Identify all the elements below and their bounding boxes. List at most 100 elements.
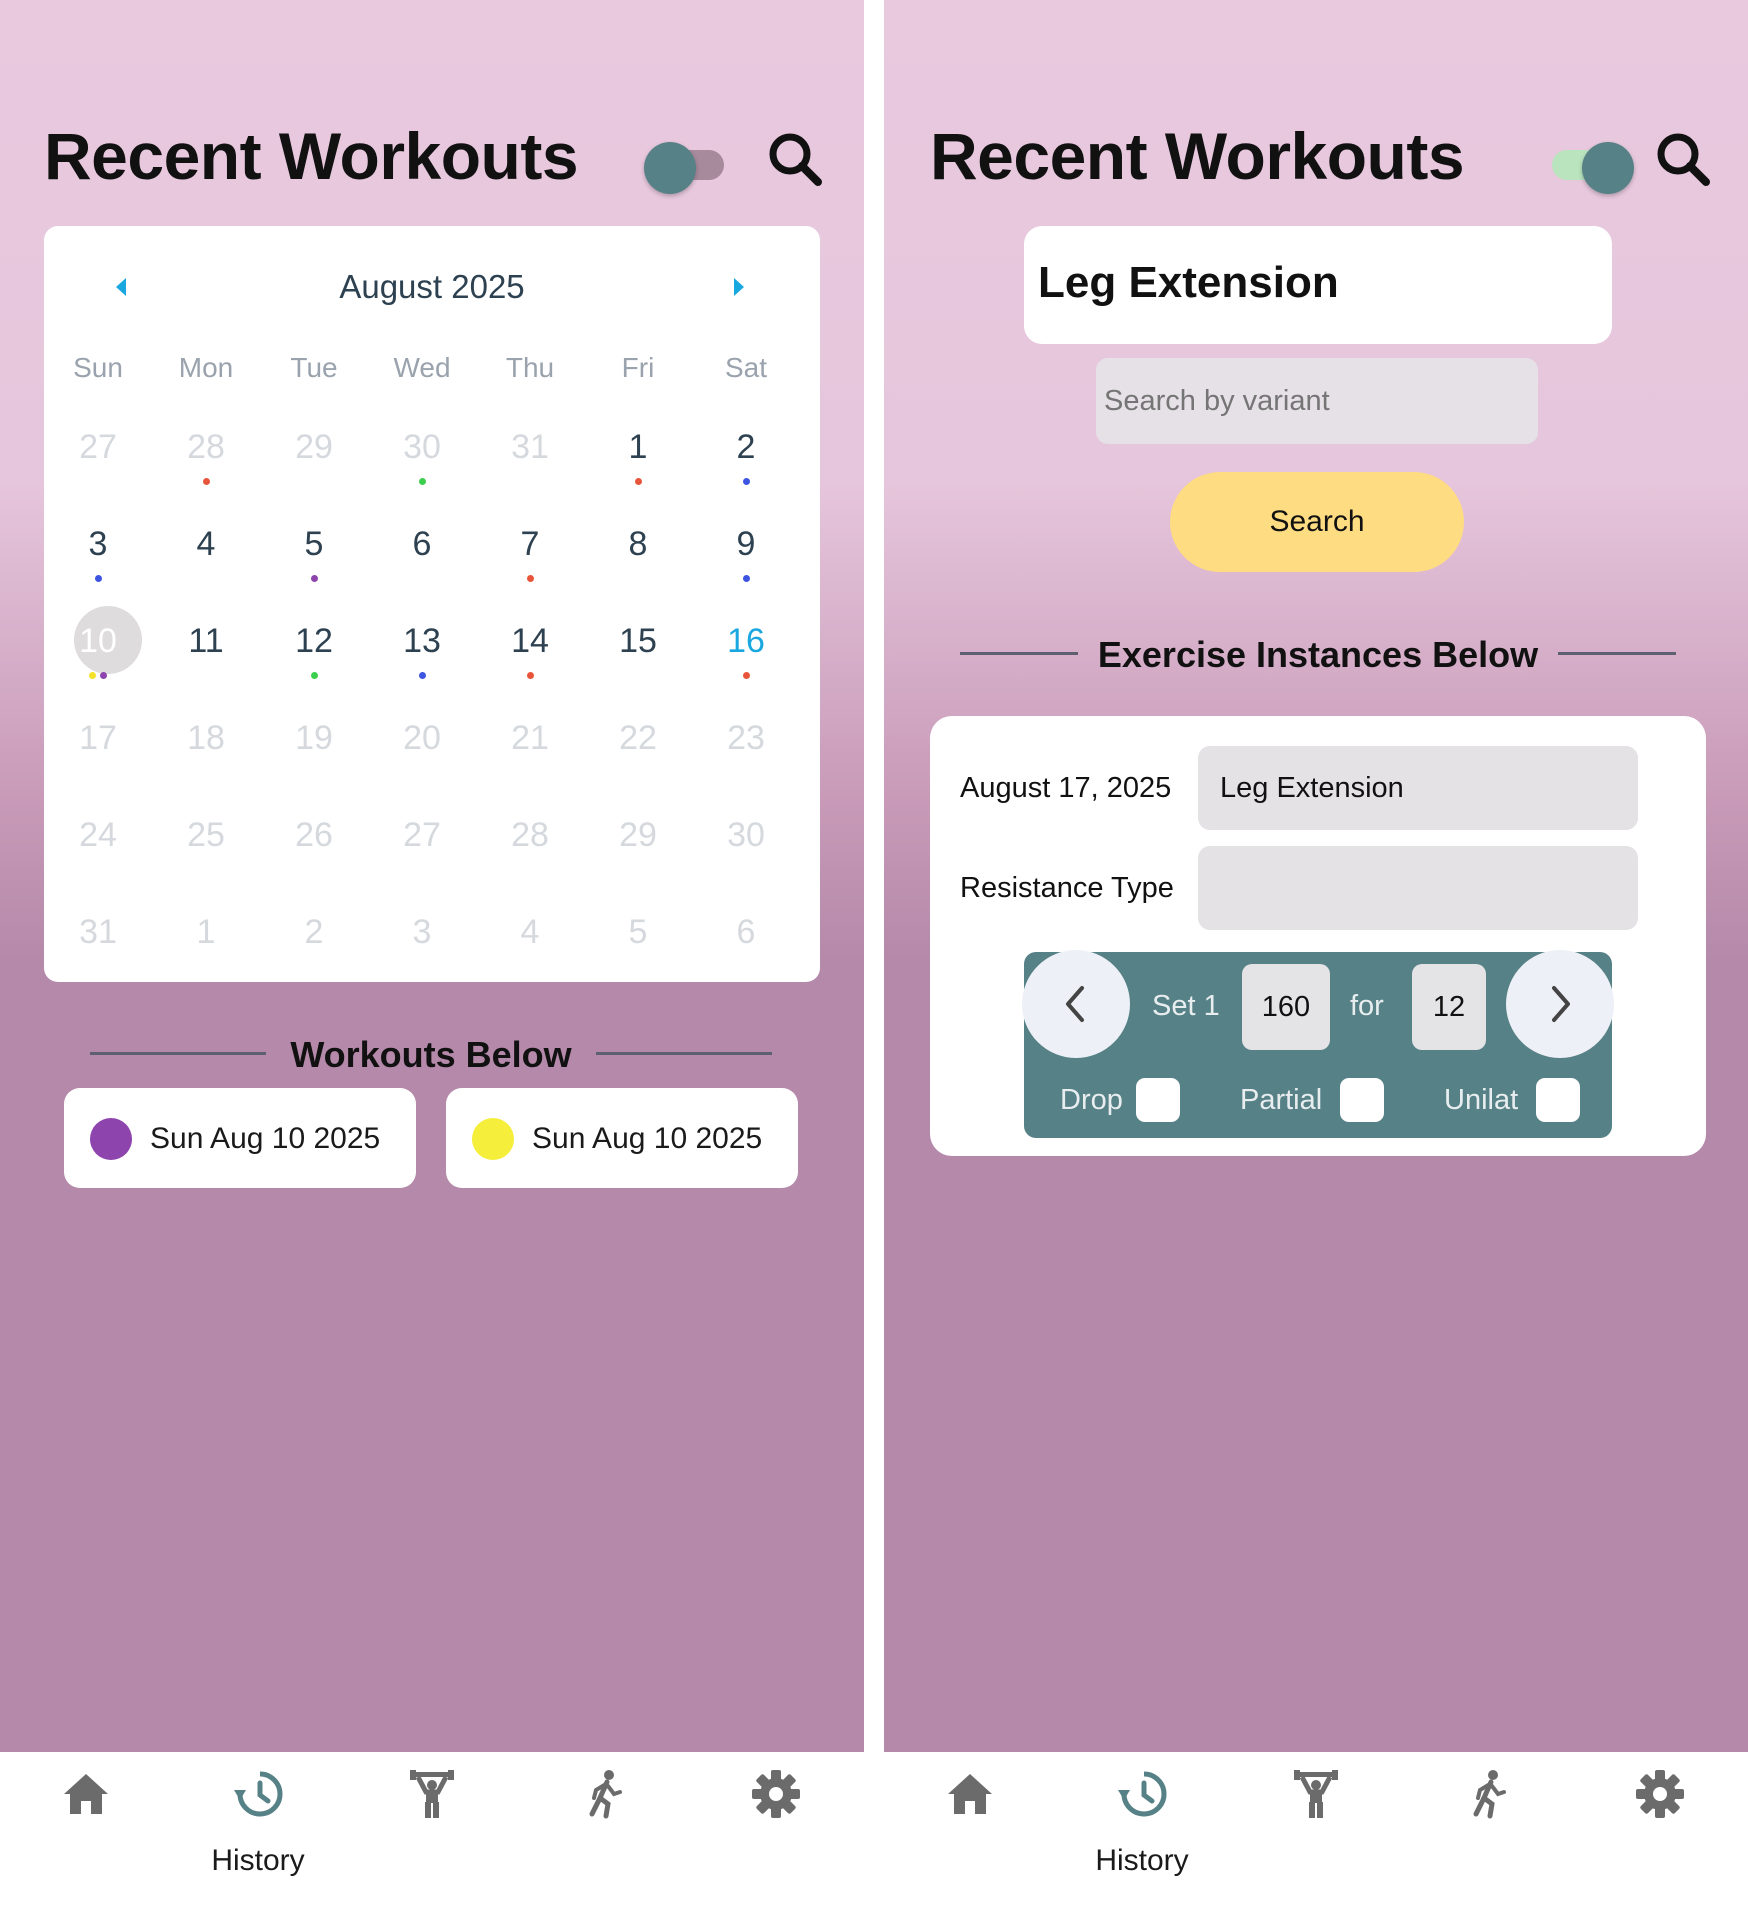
calendar-day-number: 23 bbox=[727, 719, 765, 757]
next-set-button[interactable] bbox=[1506, 950, 1614, 1058]
calendar-day[interactable]: 20 bbox=[368, 719, 476, 789]
calendar-day[interactable]: 30 bbox=[692, 816, 800, 886]
calendar-day[interactable]: 5 bbox=[584, 913, 692, 983]
calendar-day-number: 16 bbox=[727, 622, 765, 660]
calendar-day-number: 13 bbox=[403, 622, 441, 660]
workout-marker-dot bbox=[526, 575, 534, 582]
divider-left bbox=[960, 652, 1078, 655]
view-toggle[interactable] bbox=[644, 138, 730, 194]
runner-icon[interactable] bbox=[1462, 1768, 1514, 1820]
calendar-day[interactable]: 10 bbox=[44, 606, 152, 692]
drop-checkbox[interactable] bbox=[1136, 1078, 1180, 1122]
calendar-day-number: 3 bbox=[88, 525, 108, 563]
search-icon[interactable] bbox=[1654, 130, 1712, 188]
instance-exercise-field[interactable]: Leg Extension bbox=[1198, 746, 1638, 830]
search-icon[interactable] bbox=[766, 130, 824, 188]
calendar-day[interactable]: 16 bbox=[692, 622, 800, 692]
calendar-day[interactable]: 6 bbox=[692, 913, 800, 983]
calendar-day[interactable]: 28 bbox=[152, 428, 260, 498]
calendar-day[interactable]: 19 bbox=[260, 719, 368, 789]
nav-item-history[interactable]: History bbox=[168, 1752, 348, 1920]
calendar-day[interactable]: 5 bbox=[260, 525, 368, 595]
calendar-day[interactable]: 29 bbox=[260, 428, 368, 498]
weekday-label: Wed bbox=[393, 352, 451, 383]
calendar-day[interactable]: 11 bbox=[152, 622, 260, 692]
search-button[interactable]: Search bbox=[1170, 472, 1464, 572]
calendar-day[interactable]: 23 bbox=[692, 719, 800, 789]
calendar-day-number: 28 bbox=[187, 428, 225, 466]
runner-icon[interactable] bbox=[578, 1768, 630, 1820]
history-icon bbox=[1118, 1771, 1167, 1817]
weight-field[interactable]: 160 bbox=[1242, 964, 1330, 1050]
partial-checkbox[interactable] bbox=[1340, 1078, 1384, 1122]
workout-date: Sun Aug 10 2025 bbox=[150, 1122, 381, 1155]
calendar-day[interactable]: 24 bbox=[44, 816, 152, 886]
calendar-day[interactable]: 30 bbox=[368, 428, 476, 498]
calendar-month-label: August 2025 bbox=[339, 268, 525, 305]
chevron-left-icon bbox=[1066, 986, 1084, 1022]
calendar-day[interactable]: 7 bbox=[476, 525, 584, 595]
calendar-day[interactable]: 6 bbox=[368, 525, 476, 595]
unilat-checkbox[interactable] bbox=[1536, 1078, 1580, 1122]
calendar-day[interactable]: 31 bbox=[476, 428, 584, 498]
calendar-day-number: 29 bbox=[619, 816, 657, 854]
calendar-day[interactable]: 2 bbox=[692, 428, 800, 498]
set-label: Set 1 bbox=[1152, 990, 1220, 1022]
calendar-day[interactable]: 15 bbox=[584, 622, 692, 692]
calendar-day-number: 4 bbox=[520, 913, 540, 951]
calendar-day[interactable]: 3 bbox=[368, 913, 476, 983]
calendar-day[interactable]: 26 bbox=[260, 816, 368, 886]
calendar-day[interactable]: 27 bbox=[44, 428, 152, 498]
calendar-day[interactable]: 12 bbox=[260, 622, 368, 692]
exercise-search-screen: Recent Workouts Leg Extension Search Exe… bbox=[884, 0, 1748, 1920]
bottom-nav: History bbox=[0, 1752, 864, 1920]
instance-date: August 17, 2025 bbox=[960, 772, 1172, 804]
calendar-day-number: 20 bbox=[403, 719, 441, 757]
reps-field[interactable]: 12 bbox=[1412, 964, 1486, 1050]
calendar-day[interactable]: 22 bbox=[584, 719, 692, 789]
calendar-day-number: 19 bbox=[295, 719, 333, 757]
calendar-day[interactable]: 8 bbox=[584, 525, 692, 595]
calendar-day-number: 31 bbox=[511, 428, 549, 466]
calendar-day[interactable]: 9 bbox=[692, 525, 800, 595]
calendar-day[interactable]: 28 bbox=[476, 816, 584, 886]
calendar-day[interactable]: 21 bbox=[476, 719, 584, 789]
calendar-day[interactable]: 1 bbox=[584, 428, 692, 498]
calendar-day[interactable]: 31 bbox=[44, 913, 152, 983]
weightlifter-icon[interactable] bbox=[406, 1768, 458, 1820]
calendar-day[interactable]: 17 bbox=[44, 719, 152, 789]
calendar-day[interactable]: 4 bbox=[152, 525, 260, 595]
view-toggle[interactable] bbox=[1552, 138, 1638, 194]
calendar-day[interactable]: 1 bbox=[152, 913, 260, 983]
home-icon[interactable] bbox=[60, 1768, 112, 1820]
calendar-day[interactable]: 25 bbox=[152, 816, 260, 886]
calendar-day[interactable]: 4 bbox=[476, 913, 584, 983]
gear-icon[interactable] bbox=[1634, 1768, 1686, 1820]
calendar-day-number: 14 bbox=[511, 622, 549, 660]
calendar-day[interactable]: 2 bbox=[260, 913, 368, 983]
variant-search-input[interactable] bbox=[1096, 358, 1538, 444]
calendar-day[interactable]: 3 bbox=[44, 525, 152, 595]
weightlifter-icon[interactable] bbox=[1290, 1768, 1342, 1820]
chevron-right-icon bbox=[1552, 986, 1570, 1022]
calendar-day-number: 2 bbox=[736, 428, 756, 466]
previous-set-button[interactable] bbox=[1022, 950, 1130, 1058]
calendar-day-number: 3 bbox=[412, 913, 432, 951]
workout-marker-dot bbox=[742, 575, 750, 582]
calendar-day[interactable]: 18 bbox=[152, 719, 260, 789]
resistance-type-field[interactable] bbox=[1198, 846, 1638, 930]
nav-item-history[interactable]: History bbox=[1052, 1752, 1232, 1920]
gear-icon[interactable] bbox=[750, 1768, 802, 1820]
calendar-day[interactable]: 14 bbox=[476, 622, 584, 692]
calendar-day-number: 22 bbox=[619, 719, 657, 757]
workout-card[interactable]: Sun Aug 10 2025 bbox=[446, 1088, 798, 1188]
exercise-name-field[interactable]: Leg Extension bbox=[1024, 226, 1612, 344]
workout-date: Sun Aug 10 2025 bbox=[532, 1122, 763, 1155]
next-month-arrow-icon[interactable] bbox=[724, 272, 754, 302]
calendar-day[interactable]: 13 bbox=[368, 622, 476, 692]
workout-marker-dot bbox=[526, 672, 534, 679]
calendar-day[interactable]: 27 bbox=[368, 816, 476, 886]
workout-card[interactable]: Sun Aug 10 2025 bbox=[64, 1088, 416, 1188]
home-icon[interactable] bbox=[944, 1768, 996, 1820]
calendar-day[interactable]: 29 bbox=[584, 816, 692, 886]
